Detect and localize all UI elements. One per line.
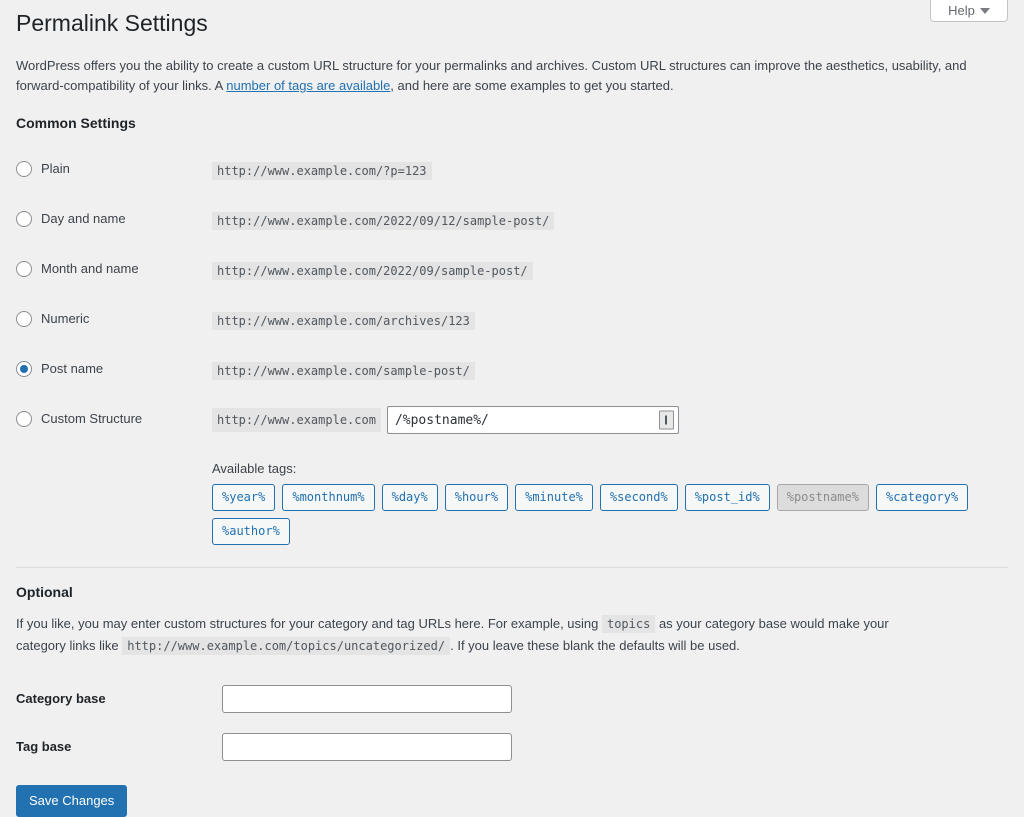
table-row: Tag base — [16, 723, 1008, 771]
radio-icon[interactable] — [16, 310, 32, 327]
optional-code-example-url: http://www.example.com/topics/uncategori… — [122, 636, 451, 655]
radio-option-numeric[interactable]: Numeric — [16, 310, 90, 327]
tag-button-hour[interactable]: %hour% — [444, 484, 509, 511]
save-changes-button[interactable]: Save Changes — [16, 784, 128, 817]
option-label-cell: Custom Structure — [16, 395, 212, 445]
available-tags-buttons: %year% %monthnum% %day% %hour% %minute% … — [212, 484, 1008, 545]
option-example-cell: http://www.example.com/sample-post/ — [212, 345, 1008, 395]
common-settings-heading: Common Settings — [16, 115, 136, 132]
optional-code-topics: topics — [601, 614, 656, 633]
radio-option-post-name[interactable]: Post name — [16, 360, 104, 377]
tag-base-cell — [222, 723, 1008, 771]
category-base-label: Category base — [16, 691, 106, 707]
example-url: http://www.example.com/2022/09/sample-po… — [212, 261, 533, 280]
tag-button-second[interactable]: %second% — [599, 484, 678, 511]
tag-base-input[interactable] — [222, 732, 512, 761]
tag-button-minute[interactable]: %minute% — [515, 484, 593, 511]
custom-structure-cell: http://www.example.com — [212, 395, 1008, 445]
example-url: http://www.example.com/?p=123 — [212, 161, 432, 180]
example-url: http://www.example.com/2022/09/12/sample… — [212, 211, 555, 230]
radio-label: Custom Structure — [41, 411, 143, 427]
option-example-cell: http://www.example.com/archives/123 — [212, 295, 1008, 345]
available-tags-row: Available tags: %year% %monthnum% %day% … — [16, 445, 1008, 545]
optional-heading: Optional — [16, 583, 73, 600]
custom-structure-prefix: http://www.example.com — [212, 408, 381, 433]
option-label-cell: Day and name — [16, 195, 212, 245]
table-row: Custom Structure http://www.example.com — [16, 395, 1008, 445]
permalink-options-table: Plain http://www.example.com/?p=123 Day … — [16, 145, 1008, 545]
radio-option-plain[interactable]: Plain — [16, 160, 70, 177]
tag-button-monthnum[interactable]: %monthnum% — [282, 484, 375, 511]
tag-button-category[interactable]: %category% — [875, 484, 969, 511]
spacer-cell — [16, 445, 212, 545]
table-row: Post name http://www.example.com/sample-… — [16, 345, 1008, 395]
option-example-cell: http://www.example.com/2022/09/sample-po… — [212, 245, 1008, 295]
option-label-cell: Post name — [16, 345, 212, 395]
tag-base-label: Tag base — [16, 739, 72, 755]
radio-label: Month and name — [41, 261, 139, 277]
radio-option-custom-structure[interactable]: Custom Structure — [16, 410, 143, 427]
option-label-cell: Month and name — [16, 245, 212, 295]
table-row: Month and name http://www.example.com/20… — [16, 245, 1008, 295]
tag-button-post-id[interactable]: %post_id% — [684, 484, 770, 511]
permalink-settings-page: Permalink Settings WordPress offers you … — [0, 0, 1024, 817]
available-tags-label: Available tags: — [212, 461, 297, 477]
radio-label: Day and name — [41, 211, 126, 227]
radio-icon[interactable] — [16, 410, 32, 427]
tag-button-year[interactable]: %year% — [212, 484, 276, 511]
option-example-cell: http://www.example.com/2022/09/12/sample… — [212, 195, 1008, 245]
available-tags-link[interactable]: number of tags are available — [226, 78, 390, 93]
radio-icon[interactable] — [16, 160, 32, 177]
category-base-input[interactable] — [222, 684, 512, 713]
radio-option-month-and-name[interactable]: Month and name — [16, 260, 139, 277]
radio-label: Post name — [41, 361, 104, 377]
optional-form-table: Category base Tag base — [16, 675, 1008, 771]
page-title: Permalink Settings — [16, 10, 208, 36]
table-row: Numeric http://www.example.com/archives/… — [16, 295, 1008, 345]
category-base-cell — [222, 675, 1008, 723]
available-tags-cell: Available tags: %year% %monthnum% %day% … — [212, 445, 1008, 545]
radio-option-day-and-name[interactable]: Day and name — [16, 210, 126, 227]
optional-desc-part3: . If you leave these blank the defaults … — [450, 637, 740, 653]
resize-handle-icon[interactable] — [658, 410, 674, 430]
radio-label: Plain — [41, 161, 70, 177]
optional-desc-part1: If you like, you may enter custom struct… — [16, 615, 602, 631]
optional-description: If you like, you may enter custom struct… — [16, 613, 916, 657]
chevron-down-icon — [979, 7, 990, 14]
custom-structure-input-wrap — [386, 406, 679, 435]
custom-structure-line: http://www.example.com — [212, 406, 1008, 435]
option-label-cell: Numeric — [16, 295, 212, 345]
table-row: Plain http://www.example.com/?p=123 — [16, 145, 1008, 195]
radio-icon[interactable] — [16, 210, 32, 227]
tag-button-author[interactable]: %author% — [212, 517, 290, 545]
radio-label: Numeric — [41, 311, 90, 327]
option-example-cell: http://www.example.com/?p=123 — [212, 145, 1008, 195]
example-url: http://www.example.com/sample-post/ — [212, 361, 475, 380]
option-label-cell: Plain — [16, 145, 212, 195]
example-url: http://www.example.com/archives/123 — [212, 311, 475, 330]
radio-icon-selected[interactable] — [16, 360, 32, 377]
radio-icon[interactable] — [16, 260, 32, 277]
tag-button-day[interactable]: %day% — [381, 484, 438, 511]
help-tab-button[interactable]: Help — [930, 0, 1008, 22]
help-tab-label: Help — [948, 3, 975, 18]
section-divider — [16, 566, 1008, 568]
tag-button-postname: %postname% — [776, 484, 869, 511]
table-row: Day and name http://www.example.com/2022… — [16, 195, 1008, 245]
custom-structure-input[interactable] — [386, 406, 679, 435]
intro-paragraph: WordPress offers you the ability to crea… — [16, 56, 1006, 96]
table-row: Category base — [16, 675, 1008, 723]
intro-text-part2: , and here are some examples to get you … — [390, 78, 674, 94]
